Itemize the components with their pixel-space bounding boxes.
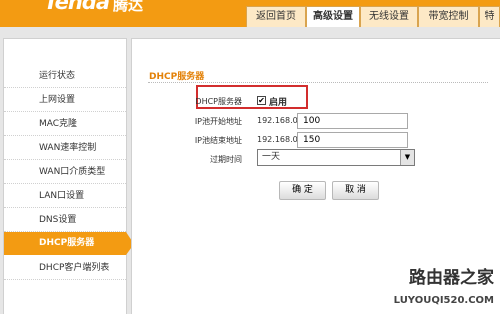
section-title: DHCP服务器: [149, 72, 205, 82]
section-divider: [148, 82, 488, 83]
start-ip-label: IP池开始地址: [194, 117, 242, 126]
sidebar-item-lan[interactable]: LAN口设置: [4, 185, 126, 208]
end-ip-prefix: 192.168.0.: [257, 135, 301, 144]
sidebar-menu: 运行状态 上网设置 MAC克隆 WAN速率控制 WAN口介质类型 LAN口设置 …: [3, 38, 134, 314]
brand-logo-cn: 腾达: [113, 0, 144, 14]
end-ip-label: IP池结束地址: [194, 136, 242, 145]
dhcp-enable-label: 启用: [269, 98, 288, 108]
end-ip-input[interactable]: 150: [297, 132, 408, 148]
tab-home[interactable]: 返回首页: [246, 6, 306, 27]
tab-advanced-settings[interactable]: 高级设置: [306, 6, 360, 28]
top-header: Tenda 腾达 返回首页 高级设置 无线设置 带宽控制 特: [0, 0, 500, 28]
watermark-cn: 路由器之家: [409, 268, 494, 288]
tab-bandwidth-control[interactable]: 带宽控制: [418, 6, 479, 27]
lease-time-label: 过期时间: [210, 155, 242, 164]
confirm-button[interactable]: 确 定: [279, 181, 326, 200]
dhcp-enable-checkbox[interactable]: ✔: [257, 96, 266, 105]
cancel-button[interactable]: 取 消: [332, 181, 379, 200]
dhcp-server-label: DHCP服务器: [195, 97, 242, 106]
sidebar-item-dhcp-clients[interactable]: DHCP客户端列表: [4, 257, 126, 280]
sidebar-item-dns[interactable]: DNS设置: [4, 209, 126, 232]
tab-wireless-settings[interactable]: 无线设置: [360, 6, 418, 27]
brand-logo: Tenda: [44, 0, 110, 14]
start-ip-input[interactable]: 100: [297, 113, 408, 129]
lease-time-value: 一天: [262, 152, 281, 162]
chevron-down-icon[interactable]: ▼: [400, 150, 414, 165]
start-ip-prefix: 192.168.0.: [257, 116, 301, 125]
lease-time-select[interactable]: 一天 ▼: [257, 149, 415, 166]
tab-special[interactable]: 特: [479, 6, 500, 27]
watermark-url: LUYOUQI520.COM: [393, 295, 494, 306]
sidebar-item-status[interactable]: 运行状态: [4, 65, 126, 88]
sidebar-item-dhcp-server[interactable]: DHCP服务器: [4, 232, 134, 255]
